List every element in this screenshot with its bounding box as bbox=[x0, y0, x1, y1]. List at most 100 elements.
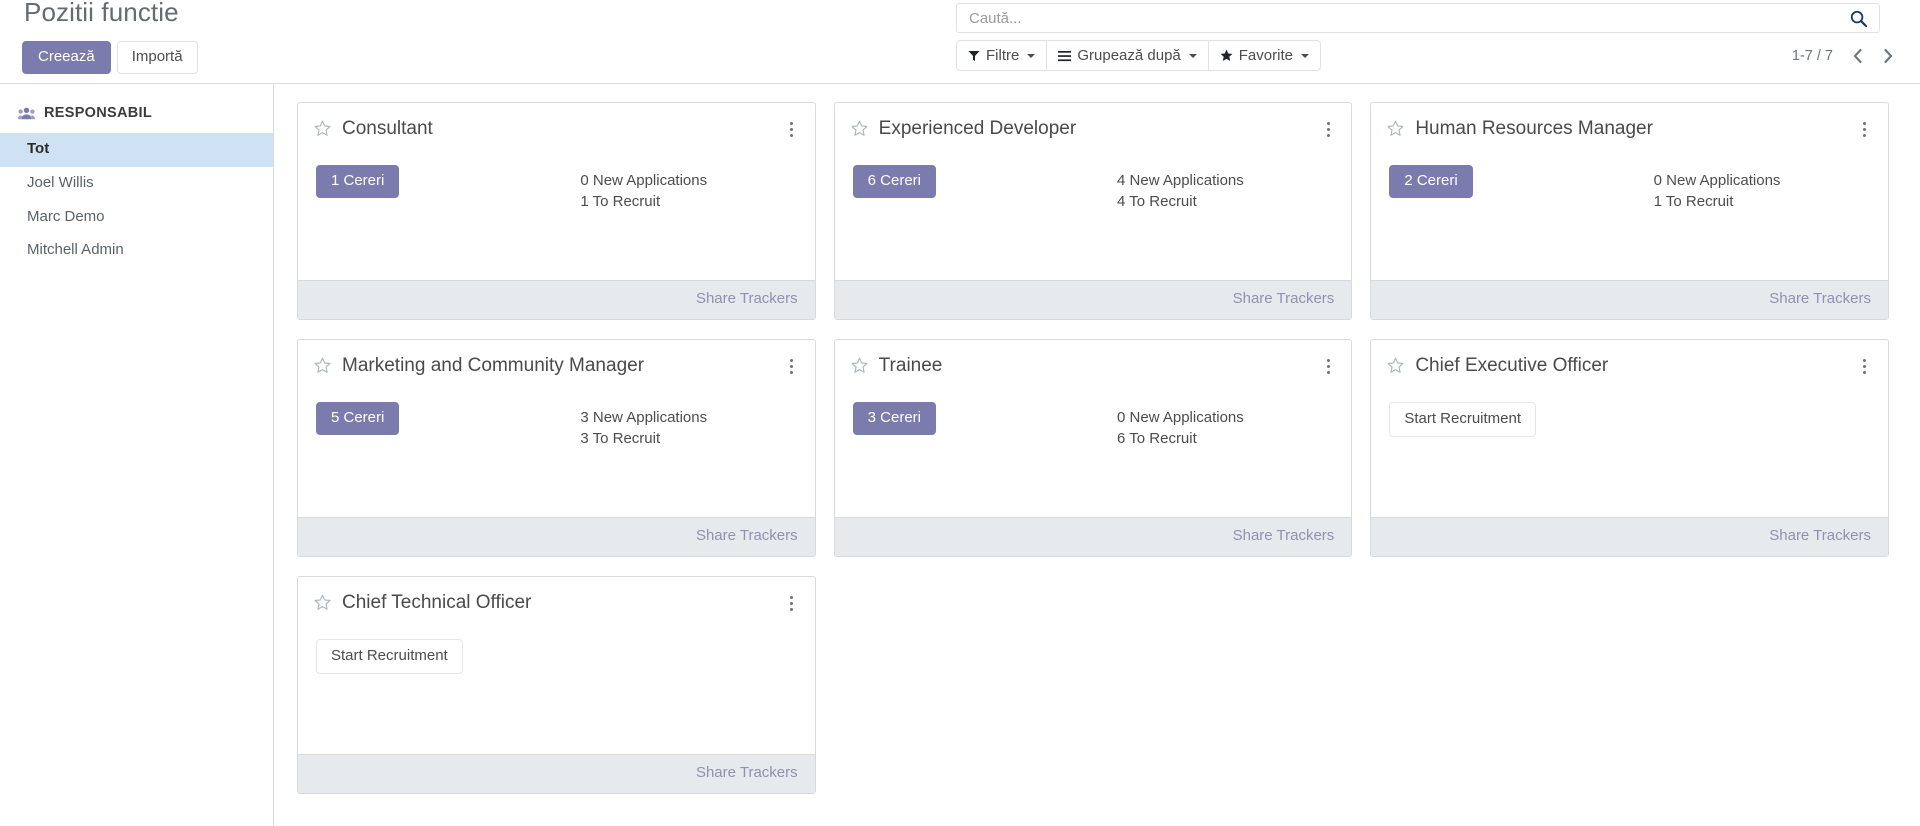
import-button[interactable]: Importă bbox=[116, 41, 198, 74]
groupby-dropdown[interactable]: Grupează după bbox=[1047, 40, 1209, 71]
card-stats: 3 New Applications 3 To Recruit bbox=[580, 402, 796, 507]
star-outline-icon[interactable] bbox=[1387, 120, 1404, 137]
share-trackers-link[interactable]: Share Trackers bbox=[696, 290, 798, 307]
star-outline-icon[interactable] bbox=[851, 357, 868, 374]
star-outline-icon[interactable] bbox=[851, 120, 868, 137]
sidebar-section-responsabil: RESPONSABIL bbox=[0, 101, 273, 125]
share-trackers-link[interactable]: Share Trackers bbox=[1233, 290, 1335, 307]
card-stats bbox=[1654, 402, 1870, 507]
share-trackers-link[interactable]: Share Trackers bbox=[696, 764, 798, 781]
card-body: Start Recruitment bbox=[298, 615, 815, 754]
card-title: Trainee bbox=[878, 355, 943, 376]
star-outline-icon[interactable] bbox=[1387, 357, 1404, 374]
kebab-dot bbox=[1326, 134, 1330, 137]
card-menu-button[interactable] bbox=[783, 359, 801, 374]
kanban-column: Marketing and Community Manager 5 Cereri… bbox=[288, 339, 825, 576]
kebab-dot bbox=[790, 596, 794, 599]
applications-count-button[interactable]: 1 Cereri bbox=[316, 164, 400, 199]
card-title: Consultant bbox=[342, 118, 433, 139]
card-actions: Start Recruitment bbox=[1389, 401, 1653, 507]
share-trackers-link[interactable]: Share Trackers bbox=[1769, 527, 1871, 544]
star-outline-icon[interactable] bbox=[314, 357, 331, 374]
card-actions: 2 Cereri bbox=[1389, 164, 1653, 270]
sidebar-list: Tot Joel Willis Marc Demo Mitchell Admin bbox=[0, 133, 273, 268]
pager-previous-button[interactable] bbox=[1844, 42, 1872, 70]
sidebar-item-mitchell-admin[interactable]: Mitchell Admin bbox=[0, 234, 273, 268]
share-trackers-link[interactable]: Share Trackers bbox=[1233, 527, 1335, 544]
create-button[interactable]: Creează bbox=[22, 41, 111, 74]
applications-count-button[interactable]: 3 Cereri bbox=[852, 401, 937, 436]
kebab-dot bbox=[1326, 128, 1330, 131]
card-menu-button[interactable] bbox=[1856, 359, 1874, 374]
chevron-down-icon bbox=[1300, 53, 1309, 58]
control-panel: Pozitii functie Creează Importă Filtre bbox=[0, 0, 1920, 84]
pager-next-button[interactable] bbox=[1874, 42, 1902, 70]
applications-count-button[interactable]: 6 Cereri bbox=[852, 164, 937, 199]
card-header: Human Resources Manager bbox=[1371, 103, 1888, 141]
card-header: Trainee bbox=[835, 340, 1352, 378]
card-menu-button[interactable] bbox=[1856, 122, 1874, 137]
kebab-dot bbox=[1863, 365, 1867, 368]
card-menu-button[interactable] bbox=[1319, 122, 1337, 137]
kebab-dot bbox=[1863, 122, 1867, 125]
card-title: Marketing and Community Manager bbox=[342, 355, 645, 376]
card-header: Consultant bbox=[298, 103, 815, 141]
card-actions: 6 Cereri bbox=[852, 164, 1117, 270]
applications-count-button[interactable]: 2 Cereri bbox=[1389, 164, 1473, 199]
applications-count-button[interactable]: 5 Cereri bbox=[316, 401, 400, 436]
filters-dropdown[interactable]: Filtre bbox=[956, 40, 1048, 71]
control-panel-buttons: Creează Importă bbox=[22, 41, 198, 74]
card-stats: 4 New Applications 4 To Recruit bbox=[1117, 165, 1333, 270]
card-actions: 3 Cereri bbox=[852, 401, 1117, 507]
search-view[interactable] bbox=[956, 3, 1880, 33]
star-outline-icon[interactable] bbox=[314, 594, 331, 611]
card-header: Marketing and Community Manager bbox=[298, 340, 815, 378]
sidebar-item-joel-willis[interactable]: Joel Willis bbox=[0, 167, 273, 201]
groupby-label: Grupează după bbox=[1077, 47, 1181, 64]
kebab-dot bbox=[790, 602, 794, 605]
kebab-dot bbox=[790, 608, 794, 611]
favorites-dropdown[interactable]: Favorite bbox=[1208, 40, 1321, 71]
kebab-dot bbox=[790, 128, 794, 131]
start-recruitment-button[interactable]: Start Recruitment bbox=[316, 638, 463, 675]
card-menu-button[interactable] bbox=[783, 596, 801, 611]
card-stats: 0 New Applications 1 To Recruit bbox=[580, 165, 796, 270]
search-input[interactable] bbox=[957, 9, 1837, 27]
card-menu-button[interactable] bbox=[783, 122, 801, 137]
search-button[interactable] bbox=[1837, 4, 1879, 32]
kebab-dot bbox=[1326, 359, 1330, 362]
job-position-card[interactable]: Experienced Developer 6 Cereri 4 New App… bbox=[833, 102, 1353, 320]
kanban-column: Human Resources Manager 2 Cereri 0 New A… bbox=[1361, 102, 1898, 339]
share-trackers-link[interactable]: Share Trackers bbox=[1769, 290, 1871, 307]
job-position-card[interactable]: Trainee 3 Cereri 0 New Applications 6 To… bbox=[833, 339, 1353, 557]
card-header: Experienced Developer bbox=[835, 103, 1352, 141]
kebab-dot bbox=[790, 359, 794, 362]
job-position-card[interactable]: Marketing and Community Manager 5 Cereri… bbox=[297, 339, 816, 557]
job-position-card[interactable]: Human Resources Manager 2 Cereri 0 New A… bbox=[1370, 102, 1889, 320]
kanban-column: Trainee 3 Cereri 0 New Applications 6 To… bbox=[825, 339, 1362, 576]
star-outline-icon[interactable] bbox=[314, 120, 331, 137]
card-body: 1 Cereri 0 New Applications 1 To Recruit bbox=[298, 141, 815, 280]
to-recruit-text: 3 To Recruit bbox=[580, 430, 661, 448]
card-footer: Share Trackers bbox=[298, 754, 815, 793]
job-position-card[interactable]: Chief Executive Officer Start Recruitmen… bbox=[1370, 339, 1889, 557]
kebab-dot bbox=[790, 122, 794, 125]
card-actions: 1 Cereri bbox=[316, 164, 580, 270]
kebab-dot bbox=[1863, 128, 1867, 131]
card-actions: Start Recruitment bbox=[316, 638, 580, 744]
kanban-column: Consultant 1 Cereri 0 New Applications 1… bbox=[288, 102, 825, 339]
kanban-column: Chief Executive Officer Start Recruitmen… bbox=[1361, 339, 1898, 576]
card-stats bbox=[580, 639, 796, 744]
sidebar-section-label: RESPONSABIL bbox=[44, 105, 153, 121]
sidebar-item-tot[interactable]: Tot bbox=[0, 133, 273, 167]
start-recruitment-button[interactable]: Start Recruitment bbox=[1389, 401, 1537, 438]
sidebar-item-marc-demo[interactable]: Marc Demo bbox=[0, 201, 273, 235]
card-menu-button[interactable] bbox=[1319, 359, 1337, 374]
job-position-card[interactable]: Chief Technical Officer Start Recruitmen… bbox=[297, 576, 816, 794]
kebab-dot bbox=[1863, 371, 1867, 374]
share-trackers-link[interactable]: Share Trackers bbox=[696, 527, 798, 544]
job-position-card[interactable]: Consultant 1 Cereri 0 New Applications 1… bbox=[297, 102, 816, 320]
card-footer: Share Trackers bbox=[1371, 280, 1888, 319]
new-applications-text: 4 New Applications bbox=[1117, 171, 1244, 189]
to-recruit-text: 4 To Recruit bbox=[1117, 193, 1197, 211]
